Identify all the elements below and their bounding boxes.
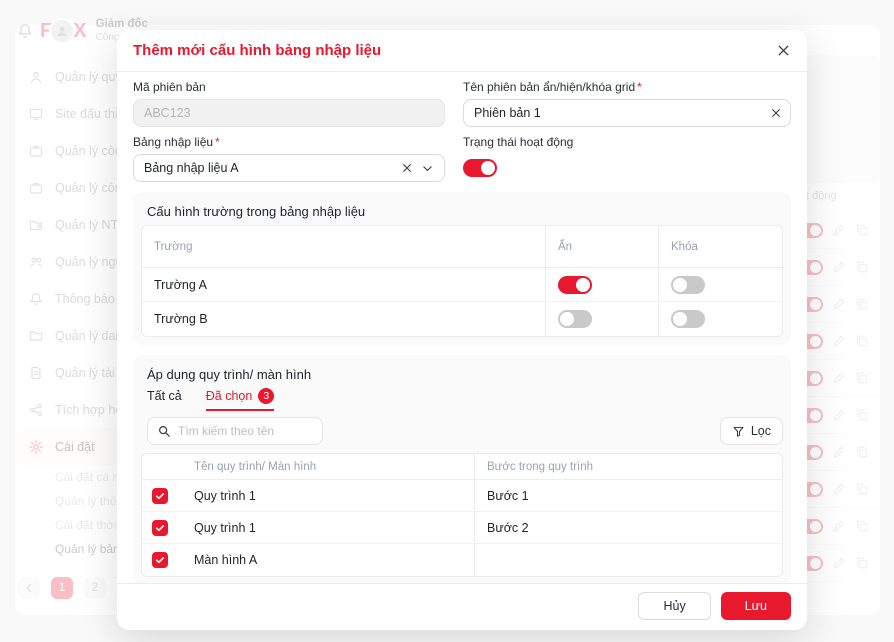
field-config-section: Cấu hình trường trong bảng nhập liệu Trư… [133,192,791,345]
field-config-table: Trường Ẩn Khóa Trường ATrường B [141,225,783,337]
cancel-button[interactable]: Hủy [638,592,710,620]
process-step: Bước 2 [474,512,782,543]
filter-button[interactable]: Lọc [720,417,783,445]
filter-funnel-icon [732,425,745,438]
field-status: Trạng thái hoạt động [463,135,791,182]
field-config-table-header: Trường Ẩn Khóa [142,226,782,268]
search-input[interactable] [178,424,333,438]
process-step: Bước 1 [474,480,782,511]
version-name-input[interactable] [463,99,791,127]
locked-toggle[interactable] [671,310,705,328]
clear-icon[interactable] [401,162,413,174]
row-checkbox[interactable] [152,520,168,536]
field-input-table: Bảng nhập liệu* Bảng nhập liệu A [133,135,445,182]
apply-row: Màn hình A [142,544,782,576]
column-header-hidden: Ẩn [545,226,658,267]
search-row: Lọc [141,417,783,445]
modal-title: Thêm mới cấu hình bảng nhập liệu [133,42,381,59]
row-checkbox[interactable] [152,552,168,568]
tab-selected[interactable]: Đã chọn 3 [206,388,275,411]
hidden-toggle[interactable] [558,310,592,328]
field-version-name: Tên phiên bản ẩn/hiện/khóa grid* [463,80,791,127]
field-status-label: Trạng thái hoạt động [463,135,791,149]
field-config-section-title: Cấu hình trường trong bảng nhập liệu [147,204,783,219]
field-code: Mã phiên bản [133,80,445,127]
required-asterisk: * [637,80,642,94]
status-toggle[interactable] [463,159,497,177]
field-code-label: Mã phiên bản [133,80,445,94]
required-asterisk: * [215,135,220,149]
field-version-name-label: Tên phiên bản ẩn/hiện/khóa grid* [463,80,791,94]
input-table-select-value: Bảng nhập liệu A [144,161,239,175]
search-box [147,417,323,445]
column-header-step: Bước trong quy trình [474,454,782,479]
process-name: Quy trình 1 [182,512,474,543]
modal-header: Thêm mới cấu hình bảng nhập liệu [117,30,807,72]
selected-count-badge: 3 [258,388,274,404]
column-header-field: Trường [142,226,545,267]
code-input [133,99,445,127]
column-header-name: Tên quy trình/ Màn hình [182,454,474,479]
process-step [474,544,782,576]
chevron-down-icon[interactable] [421,162,434,175]
apply-rows: Quy trình 1Bước 1Quy trình 1Bước 2Màn hì… [142,480,782,576]
field-input-table-label: Bảng nhập liệu* [133,135,445,149]
field-config-row: Trường B [142,302,782,336]
modal-footer: Hủy Lưu [117,583,807,630]
apply-table-header: Tên quy trình/ Màn hình Bước trong quy t… [142,454,782,480]
row-checkbox[interactable] [152,488,168,504]
modal-body: Mã phiên bản Tên phiên bản ẩn/hiện/khóa … [117,72,807,583]
process-name: Quy trình 1 [182,480,474,511]
search-icon [157,424,171,438]
locked-toggle[interactable] [671,276,705,294]
clear-icon[interactable] [770,107,782,119]
tab-all[interactable]: Tất cả [147,388,182,411]
apply-row: Quy trình 1Bước 1 [142,480,782,512]
field-config-rows: Trường ATrường B [142,268,782,336]
process-name: Màn hình A [182,544,474,576]
hidden-toggle[interactable] [558,276,592,294]
apply-section: Áp dụng quy trình/ màn hình Tất cả Đã ch… [133,355,791,583]
close-icon[interactable] [776,43,791,58]
apply-tabs: Tất cả Đã chọn 3 [147,388,783,411]
field-name: Trường B [142,302,545,336]
apply-row: Quy trình 1Bước 2 [142,512,782,544]
save-button[interactable]: Lưu [721,592,791,620]
apply-table: Tên quy trình/ Màn hình Bước trong quy t… [141,453,783,577]
field-name: Trường A [142,268,545,301]
input-table-select[interactable]: Bảng nhập liệu A [133,154,445,182]
modal-add-table-config: Thêm mới cấu hình bảng nhập liệu Mã phiê… [117,30,807,630]
apply-section-title: Áp dụng quy trình/ màn hình [147,367,783,382]
column-header-checkbox [142,454,182,479]
field-config-row: Trường A [142,268,782,302]
column-header-locked: Khóa [658,226,782,267]
